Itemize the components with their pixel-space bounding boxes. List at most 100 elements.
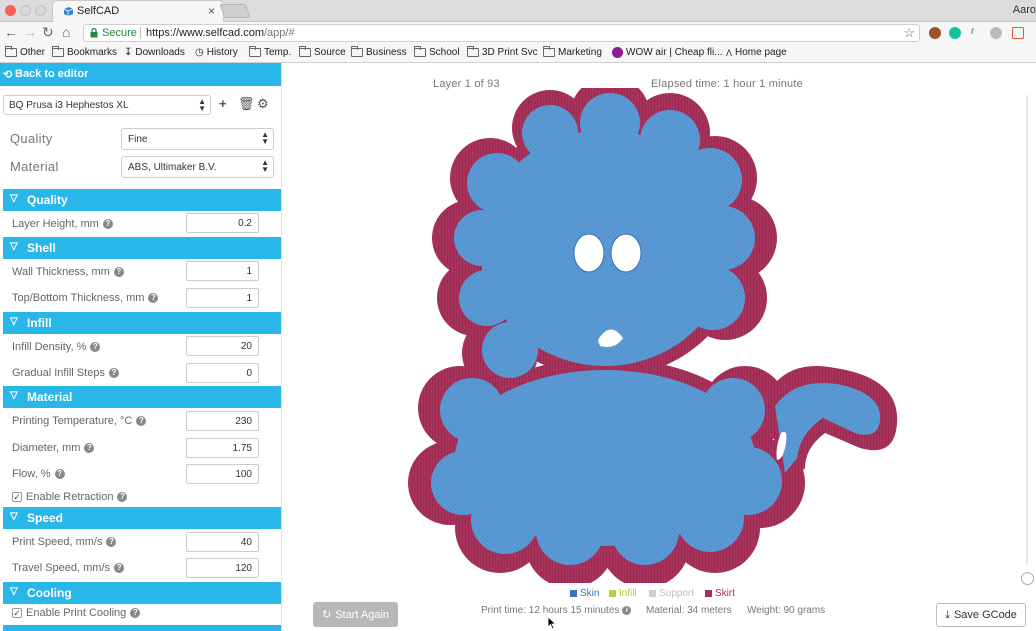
bookmark-wow-air[interactable]: WOW air | Cheap fli... <box>612 47 723 58</box>
back-to-editor-button[interactable]: ⟲ Back to editor <box>0 63 281 86</box>
help-icon[interactable]: ? <box>114 563 125 573</box>
bookmark-history[interactable]: ◷ History <box>195 47 238 58</box>
help-icon[interactable]: ? <box>90 342 101 352</box>
mouse-cursor-icon <box>547 616 557 630</box>
printing-temperature-input[interactable]: 230 <box>186 411 259 431</box>
grammarly-icon[interactable] <box>949 27 961 39</box>
travel-speed-input[interactable]: 120 <box>186 558 259 578</box>
select-arrows-icon: ▲ ▼ <box>198 97 206 113</box>
help-icon[interactable]: ? <box>106 537 117 547</box>
section-shell-header[interactable]: ▽ Shell <box>3 237 281 259</box>
bookmark-downloads[interactable]: ↧ Downloads <box>124 47 185 58</box>
address-bar[interactable]: Secure https://www.selfcad.com/app/# ☆ <box>83 24 920 42</box>
legend-swatch <box>609 590 616 597</box>
wall-thickness-input[interactable]: 1 <box>186 261 259 281</box>
new-tab-button[interactable] <box>219 4 251 18</box>
folder-icon <box>414 46 426 57</box>
extension-r-icon[interactable]: r <box>971 26 983 38</box>
download-icon: ⤓ <box>945 608 950 621</box>
printer-settings-gear-icon[interactable]: ⚙ <box>257 96 269 112</box>
section-material-header[interactable]: ▽ Material <box>3 386 281 408</box>
printer-select[interactable]: BQ Prusa i3 Hephestos XL ▲ ▼ <box>3 95 211 115</box>
viewer-scrollbar[interactable] <box>1026 95 1028 565</box>
print-settings-panel: ⟲ Back to editor BQ Prusa i3 Hephestos X… <box>0 63 281 631</box>
layer-height-label: Layer Height, mm? <box>12 218 113 230</box>
cast-extension-icon[interactable] <box>1012 27 1024 39</box>
folder-icon <box>299 46 311 57</box>
bookmark-other[interactable]: Other <box>5 46 45 58</box>
bookmark-3d-print-svc[interactable]: 3D Print Svc <box>467 46 538 58</box>
help-icon[interactable]: ? <box>117 492 128 502</box>
section-quality-header[interactable]: ▽ Quality <box>3 189 281 211</box>
section-next-header[interactable] <box>3 625 281 631</box>
printer-select-value: BQ Prusa i3 Hephestos XL <box>9 100 129 111</box>
legend-swatch <box>705 590 712 597</box>
diameter-input[interactable]: 1.75 <box>186 438 259 458</box>
help-icon[interactable]: ? <box>102 219 113 229</box>
select-arrows-icon: ▲ ▼ <box>261 158 269 174</box>
maximize-window-button[interactable] <box>35 5 46 16</box>
profile-name[interactable]: Aaro <box>1013 4 1036 16</box>
bookmark-marketing[interactable]: Marketing <box>543 46 602 58</box>
print-time: Print time: 12 hours 15 minutes i <box>481 605 632 616</box>
folder-icon <box>249 46 261 57</box>
section-cooling-header[interactable]: ▽ Cooling <box>3 582 281 604</box>
forward-arrow-icon[interactable]: → <box>23 24 37 40</box>
flow-input[interactable]: 100 <box>186 464 259 484</box>
folder-icon <box>543 46 555 57</box>
delete-printer-icon[interactable]: 🗑 <box>238 96 255 112</box>
collapse-triangle-icon: ▽ <box>10 511 18 522</box>
help-icon[interactable]: ? <box>108 368 119 378</box>
material-label: Material <box>10 159 59 174</box>
save-gcode-button[interactable]: ⤓ Save GCode <box>936 603 1026 627</box>
collapse-triangle-icon: ▽ <box>10 586 18 597</box>
bookmark-star-icon[interactable]: ☆ <box>903 25 915 41</box>
add-printer-icon[interactable]: + <box>219 96 227 111</box>
enable-retraction-checkbox[interactable]: ✓ <box>12 492 22 502</box>
material-select[interactable]: ABS, Ultimaker B.V. ▲ ▼ <box>121 156 274 178</box>
extension-avatar-icon[interactable] <box>929 27 941 39</box>
help-icon[interactable]: ? <box>130 608 141 618</box>
help-icon[interactable]: ? <box>148 293 159 303</box>
bookmark-source[interactable]: Source <box>299 46 346 58</box>
sliced-layer-preview[interactable] <box>405 88 905 583</box>
bookmark-temp[interactable]: Temp. <box>249 46 291 58</box>
reload-icon[interactable]: ↻ <box>42 24 54 41</box>
bookmark-business[interactable]: Business <box>351 46 407 58</box>
info-icon[interactable]: i <box>622 606 632 615</box>
legend-skin: Skin <box>570 588 599 599</box>
back-arrow-icon[interactable]: ← <box>4 24 18 40</box>
enable-print-cooling-checkbox[interactable]: ✓ <box>12 608 22 618</box>
minimize-window-button[interactable] <box>20 5 31 16</box>
help-icon[interactable]: ? <box>136 416 147 426</box>
print-speed-input[interactable]: 40 <box>186 532 259 552</box>
start-again-button[interactable]: ↻ Start Again <box>313 602 398 627</box>
section-speed-header[interactable]: ▽ Speed <box>3 507 281 529</box>
print-weight: Weight: 90 grams <box>747 605 826 616</box>
gradual-infill-input[interactable]: 0 <box>186 363 259 383</box>
quality-select[interactable]: Fine ▲ ▼ <box>121 128 274 150</box>
enable-print-cooling-row[interactable]: ✓ Enable Print Cooling? <box>12 607 141 619</box>
top-bottom-thickness-input[interactable]: 1 <box>186 288 259 308</box>
help-icon[interactable]: ? <box>113 267 124 277</box>
secure-label: Secure <box>102 27 137 39</box>
top-bottom-thickness-label: Top/Bottom Thickness, mm? <box>12 292 159 304</box>
help-icon[interactable]: ? <box>84 443 95 453</box>
home-icon[interactable]: ⌂ <box>62 24 70 40</box>
selfcad-favicon-icon <box>63 7 74 16</box>
layer-height-input[interactable]: 0.2 <box>186 213 259 233</box>
back-arrow-icon: ⟲ <box>3 69 13 81</box>
browser-tab-selfcad[interactable]: SelfCAD × <box>52 0 224 22</box>
tab-close-icon[interactable]: × <box>208 4 215 18</box>
cloud-extension-icon[interactable] <box>990 27 1002 39</box>
help-icon[interactable]: ? <box>54 469 65 479</box>
enable-retraction-row[interactable]: ✓ Enable Retraction? <box>12 491 128 503</box>
flow-label: Flow, %? <box>12 468 65 480</box>
bookmark-bookmarks[interactable]: Bookmarks <box>52 46 117 58</box>
bookmark-school[interactable]: School <box>414 46 460 58</box>
infill-density-input[interactable]: 20 <box>186 336 259 356</box>
section-infill-header[interactable]: ▽ Infill <box>3 312 281 334</box>
close-window-button[interactable] <box>5 5 16 16</box>
bookmark-home-page[interactable]: Λ Home page <box>726 47 787 58</box>
scroll-handle[interactable] <box>1021 572 1034 585</box>
